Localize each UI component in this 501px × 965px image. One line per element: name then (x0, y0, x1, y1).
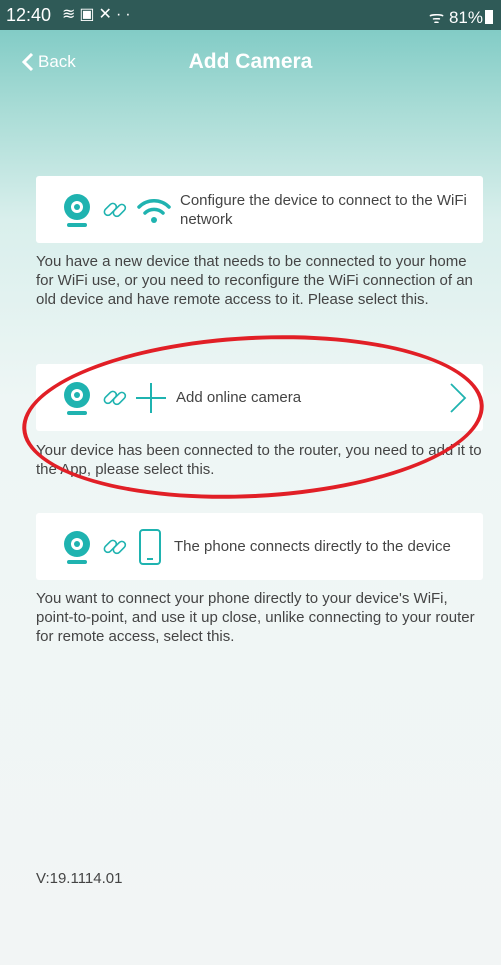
wifi-icon (137, 198, 171, 223)
link-icon (103, 202, 127, 217)
plus-icon (136, 382, 166, 413)
battery-icon (485, 10, 493, 24)
missed-call-icon: ✕ (98, 6, 116, 23)
battery-level: 81% (448, 8, 483, 27)
option-label: Configure the device to connect to the W… (180, 191, 467, 228)
camera-icon (64, 193, 90, 227)
option-add-online-camera[interactable]: Add online camera (36, 364, 483, 431)
option-description: Your device has been connected to the ro… (36, 442, 482, 478)
version-label: V:19.1114.01 (36, 870, 123, 887)
option-label: The phone connects directly to the devic… (174, 538, 451, 555)
phone-icon (139, 528, 161, 565)
link-icon (103, 390, 127, 405)
link-icon (103, 539, 127, 554)
nav-bar: Back Add Camera (0, 40, 501, 88)
option-configure-wifi[interactable]: Configure the device to connect to the W… (36, 176, 483, 243)
gallery-icon: ▣ (79, 6, 99, 23)
camera-icon (64, 381, 90, 415)
option-description: You want to connect your phone directly … (36, 590, 475, 645)
signal-icon: ᯤ (428, 8, 445, 27)
chevron-right-icon[interactable] (449, 382, 467, 414)
page-title: Add Camera (188, 50, 313, 73)
option-label: Add online camera (176, 389, 302, 406)
status-bar: 12:40 ≋▣✕·· ᯤ 81% (0, 0, 501, 30)
option-description: You have a new device that needs to be c… (36, 253, 473, 308)
status-right: ᯤ 81% (429, 5, 493, 28)
more-dots-icon: ·· (115, 6, 135, 23)
wifi-icon: ≋ (62, 6, 80, 23)
camera-icon (64, 530, 90, 564)
status-icons: ≋▣✕·· (62, 4, 135, 24)
status-time: 12:40 (6, 5, 52, 25)
option-phone-direct[interactable]: The phone connects directly to the devic… (36, 513, 483, 580)
